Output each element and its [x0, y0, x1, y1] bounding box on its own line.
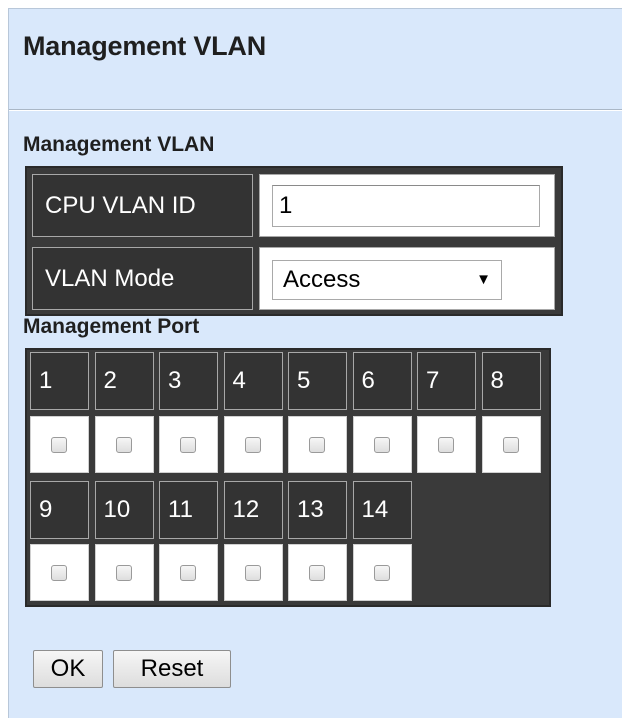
port-cell-3 — [159, 416, 218, 473]
ok-button[interactable]: OK — [33, 650, 103, 688]
port-header-7: 7 — [417, 352, 476, 410]
port-cell-2 — [94, 416, 154, 473]
cpu-vlan-id-label: CPU VLAN ID — [32, 174, 253, 237]
port-checkbox-14[interactable] — [373, 565, 390, 581]
reset-button[interactable]: Reset — [113, 650, 231, 688]
port-cell-11 — [159, 544, 218, 601]
cpu-vlan-id-input[interactable] — [272, 185, 540, 227]
port-checkbox-3[interactable] — [180, 437, 196, 453]
port-checkbox-9[interactable] — [51, 565, 67, 581]
port-checkbox-4[interactable] — [244, 437, 261, 453]
port-header-12: 12 — [223, 481, 283, 539]
port-cell-9 — [30, 544, 89, 601]
port-checkbox-5[interactable] — [309, 437, 325, 453]
port-header-14: 14 — [352, 481, 412, 539]
port-cell-13 — [288, 544, 347, 601]
port-cell-1 — [30, 416, 89, 473]
cpu-vlan-id-cell — [259, 174, 555, 237]
port-cell-8 — [481, 416, 541, 473]
port-header-4: 4 — [223, 352, 283, 410]
port-header-6: 6 — [352, 352, 412, 410]
title-divider — [9, 109, 622, 111]
management-vlan-section-title: Management VLAN — [23, 133, 215, 156]
port-header-5: 5 — [288, 352, 347, 410]
port-checkbox-1[interactable] — [51, 437, 67, 453]
port-header-10: 10 — [94, 481, 154, 539]
vlan-mode-selected-value: Access — [283, 266, 361, 293]
port-header-8: 8 — [481, 352, 541, 410]
port-cell-12 — [223, 544, 283, 601]
port-checkbox-2[interactable] — [115, 437, 132, 453]
port-header-3: 3 — [159, 352, 218, 410]
management-port-grid: 1 2 3 4 5 6 7 8 9 10 11 12 13 14 — [25, 348, 551, 607]
port-cell-6 — [352, 416, 412, 473]
port-header-9: 9 — [30, 481, 89, 539]
port-header-2: 2 — [94, 352, 154, 410]
dropdown-triangle-icon: ▼ — [476, 271, 491, 288]
management-vlan-panel: Management VLAN Management VLAN CPU VLAN… — [8, 8, 622, 718]
port-cell-10 — [94, 544, 154, 601]
vlan-mode-select[interactable]: Access ▼ — [272, 260, 502, 300]
port-checkbox-12[interactable] — [244, 565, 261, 581]
port-cell-14 — [352, 544, 412, 601]
port-header-13: 13 — [288, 481, 347, 539]
port-checkbox-8[interactable] — [502, 437, 519, 453]
vlan-mode-cell: Access ▼ — [259, 247, 555, 310]
port-checkbox-6[interactable] — [373, 437, 390, 453]
port-header-1: 1 — [30, 352, 89, 410]
vlan-mode-row: VLAN Mode Access ▼ — [29, 244, 559, 313]
port-checkbox-11[interactable] — [180, 565, 196, 581]
management-vlan-table: CPU VLAN ID VLAN Mode Access ▼ — [25, 166, 563, 316]
vlan-mode-label: VLAN Mode — [32, 247, 253, 310]
management-port-section-title: Management Port — [23, 315, 200, 338]
port-checkbox-10[interactable] — [115, 565, 132, 581]
cpu-vlan-id-row: CPU VLAN ID — [29, 171, 559, 240]
port-header-11: 11 — [159, 481, 218, 539]
port-cell-5 — [288, 416, 347, 473]
port-checkbox-13[interactable] — [309, 565, 325, 581]
port-checkbox-7[interactable] — [438, 437, 454, 453]
port-cell-4 — [223, 416, 283, 473]
port-cell-7 — [417, 416, 476, 473]
page-title: Management VLAN — [23, 31, 267, 61]
